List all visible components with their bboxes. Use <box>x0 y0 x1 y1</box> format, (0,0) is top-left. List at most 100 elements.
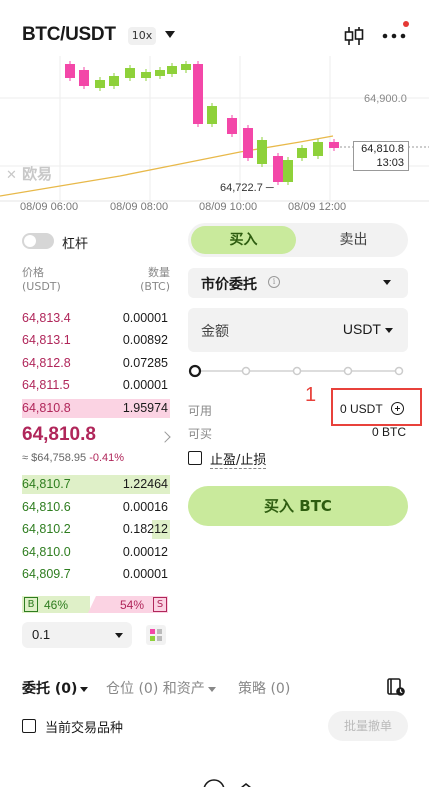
chevron-down-icon <box>207 686 216 692</box>
tab-positions-label: 仓位 (0) 和资产 <box>106 681 205 697</box>
okx-watermark-logo: ✕ 欧易 <box>6 165 53 183</box>
ask-row[interactable]: 64,810.8 1.95974 <box>22 398 170 418</box>
ask-row[interactable]: 64,812.8 0.07285 <box>22 354 170 373</box>
bottom-gesture-icon <box>203 779 251 787</box>
pair-dropdown-icon[interactable] <box>165 31 175 38</box>
ask-row[interactable]: 64,813.4 0.00001 <box>22 309 170 328</box>
mid-price[interactable]: 64,810.8 <box>22 424 96 446</box>
sell-ratio-tag: S <box>153 597 167 612</box>
time-label: 08/09 08:00 <box>110 201 169 213</box>
buy-ratio-value: 46% <box>44 598 69 612</box>
pair-title[interactable]: BTC/USDT <box>22 24 116 46</box>
batch-cancel-button[interactable]: 批量撤单 <box>328 711 408 741</box>
buy-btc-button[interactable]: 买入 BTC <box>188 486 408 526</box>
price-column-header: 价格 (USDT) <box>22 266 61 294</box>
bid-row[interactable]: 64,810.6 0.00016 <box>22 498 170 517</box>
mid-price-sub: ≈ $64,758.95 -0.41% <box>22 452 124 464</box>
candle-countdown: 13:03 <box>376 157 404 169</box>
watermark-text: 欧易 <box>22 165 53 183</box>
row-price: 64,810.8 <box>22 400 71 415</box>
qty-header-text: 数量 <box>148 266 170 279</box>
tpsl-label[interactable]: 止盈/止损 <box>210 449 267 469</box>
row-price: 64,811.5 <box>22 378 70 392</box>
qty-header-unit: (BTC) <box>140 280 170 293</box>
chevron-down-icon <box>385 328 393 333</box>
row-qty: 0.07285 <box>122 355 168 370</box>
tab-positions-assets[interactable]: 仓位 (0) 和资产 <box>106 678 216 698</box>
chart-grid <box>0 56 429 201</box>
row-qty: 0.00012 <box>122 544 168 559</box>
bid-row[interactable]: 64,809.7 0.00001 <box>22 565 170 584</box>
row-price: 64,813.4 <box>22 310 71 325</box>
time-label: 08/09 06:00 <box>20 201 79 213</box>
row-price: 64,810.6 <box>22 499 71 514</box>
time-label: 08/09 12:00 <box>288 201 347 213</box>
available-label: 可用 <box>188 404 213 418</box>
add-funds-icon[interactable] <box>391 402 404 415</box>
row-qty: 0.00001 <box>122 567 168 581</box>
tab-orders-label: 委托 (0) <box>22 681 78 697</box>
leverage-label: 杠杆 <box>62 237 89 252</box>
tpsl-checkbox[interactable] <box>188 451 202 465</box>
chevron-right-icon[interactable] <box>159 431 171 443</box>
amount-placeholder: 金额 <box>201 324 229 340</box>
row-qty: 0.00001 <box>122 378 168 392</box>
mid-change-pct: -0.41% <box>89 452 125 464</box>
depth-precision-select[interactable]: 0.1 <box>22 622 132 648</box>
ask-row[interactable]: 64,811.5 0.00001 <box>22 376 170 395</box>
low-price-marker: 64,722.7 ─ <box>220 182 274 194</box>
tab-strategies[interactable]: 策略 (0) <box>238 678 290 698</box>
y-axis-label: 64,900.0 <box>364 93 407 105</box>
row-price: 64,810.0 <box>22 544 71 559</box>
chart-candlestick-icon[interactable] <box>343 25 365 47</box>
low-price-value: 64,722.7 <box>220 182 263 194</box>
ask-row[interactable]: 64,813.1 0.00892 <box>22 331 170 350</box>
current-price-value: 64,810.8 <box>361 143 404 155</box>
depth-precision-value: 0.1 <box>32 627 51 642</box>
amount-slider[interactable] <box>188 364 406 378</box>
sell-ratio-value: 54% <box>120 598 145 612</box>
row-qty: 1.95974 <box>122 400 168 415</box>
leverage-toggle[interactable] <box>22 233 54 249</box>
current-price-tag: 64,810.8 13:03 <box>353 141 409 171</box>
row-price: 64,809.7 <box>22 567 71 581</box>
chevron-down-icon <box>80 686 89 692</box>
buyable-label: 可买 <box>188 427 213 441</box>
row-price: 64,813.1 <box>22 333 71 347</box>
row-price: 64,810.2 <box>22 522 71 536</box>
amount-unit-select[interactable]: USDT <box>343 321 381 337</box>
order-type-select[interactable]: 市价委托 i <box>188 268 408 298</box>
order-type-value: 市价委托 <box>201 277 257 293</box>
amount-input[interactable]: 金额 USDT <box>188 308 408 352</box>
bid-row[interactable]: 64,810.0 0.00012 <box>22 543 170 562</box>
row-price: 64,812.8 <box>22 355 71 370</box>
notification-dot-icon <box>403 21 409 27</box>
current-symbol-label[interactable]: 当前交易品种 <box>45 717 123 736</box>
price-header-text: 价格 <box>22 266 44 279</box>
tab-strategies-label: 策略 (0) <box>238 681 291 697</box>
available-value: 0 USDT <box>340 402 383 416</box>
tab-sell[interactable]: 卖出 <box>302 226 405 254</box>
info-icon[interactable]: i <box>268 276 280 288</box>
row-qty: 0.00001 <box>122 310 168 325</box>
qty-column-header: 数量 (BTC) <box>130 266 170 294</box>
tab-buy[interactable]: 买入 <box>191 226 296 254</box>
chevron-down-icon <box>115 633 123 638</box>
row-qty: 0.00892 <box>122 333 168 347</box>
bid-row[interactable]: 64,810.2 0.18212 <box>22 520 170 539</box>
leverage-badge[interactable]: 10x <box>128 27 156 45</box>
tab-orders[interactable]: 委托 (0) <box>22 678 89 698</box>
buy-ratio-tag: B <box>24 597 38 612</box>
mid-approx-usd: ≈ $64,758.95 <box>22 452 87 464</box>
chevron-down-icon <box>383 280 391 285</box>
more-icon[interactable] <box>381 32 407 40</box>
candlestick-chart[interactable]: 64,900.0 <box>0 56 429 216</box>
row-qty: 1.22464 <box>122 477 168 491</box>
time-label: 08/09 10:00 <box>199 201 258 213</box>
annotation-number: 1 <box>305 384 317 406</box>
orderbook-layout-icon[interactable] <box>146 625 166 645</box>
order-history-icon[interactable] <box>386 677 406 697</box>
bid-row[interactable]: 64,810.7 1.22464 <box>22 475 170 494</box>
row-qty: 0.18212 <box>122 522 168 536</box>
current-symbol-checkbox[interactable] <box>22 719 36 733</box>
